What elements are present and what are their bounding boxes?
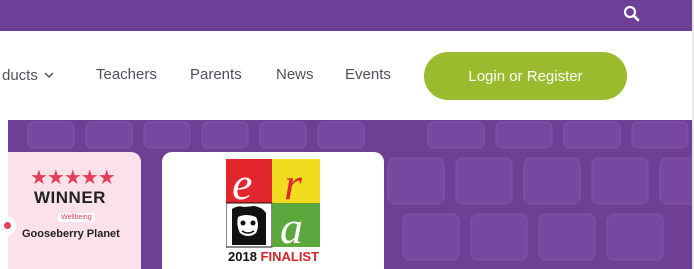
nav-item-parents[interactable]: Parents — [190, 66, 242, 83]
product-name: Gooseberry Planet — [22, 228, 120, 240]
badge-dot-icon — [4, 222, 11, 229]
nav-item-events[interactable]: Events — [345, 66, 391, 83]
era-year: 2018 — [228, 249, 257, 264]
nav-item-news[interactable]: News — [276, 66, 314, 83]
era-caption: 2018 FINALIST — [228, 249, 319, 264]
nav-item-products[interactable]: ducts — [2, 66, 54, 84]
era-finalist-label: FINALIST — [260, 249, 320, 264]
era-logo-icon: e r a — [226, 159, 320, 251]
search-icon — [623, 5, 640, 22]
chevron-down-icon — [44, 66, 54, 83]
era-letter-a: a — [280, 202, 303, 251]
nav-item-teachers[interactable]: Teachers — [96, 66, 157, 83]
top-bar — [0, 0, 694, 31]
era-letter-e: e — [232, 159, 252, 209]
rating-stars-icon: ★★★★★ — [30, 167, 116, 189]
winner-title: WINNER — [34, 188, 106, 207]
login-register-button[interactable]: Login or Register — [424, 52, 627, 100]
nav-item-products-label: ducts — [2, 67, 38, 84]
search-button[interactable] — [622, 4, 642, 24]
award-category: Wellbeing — [58, 213, 95, 222]
